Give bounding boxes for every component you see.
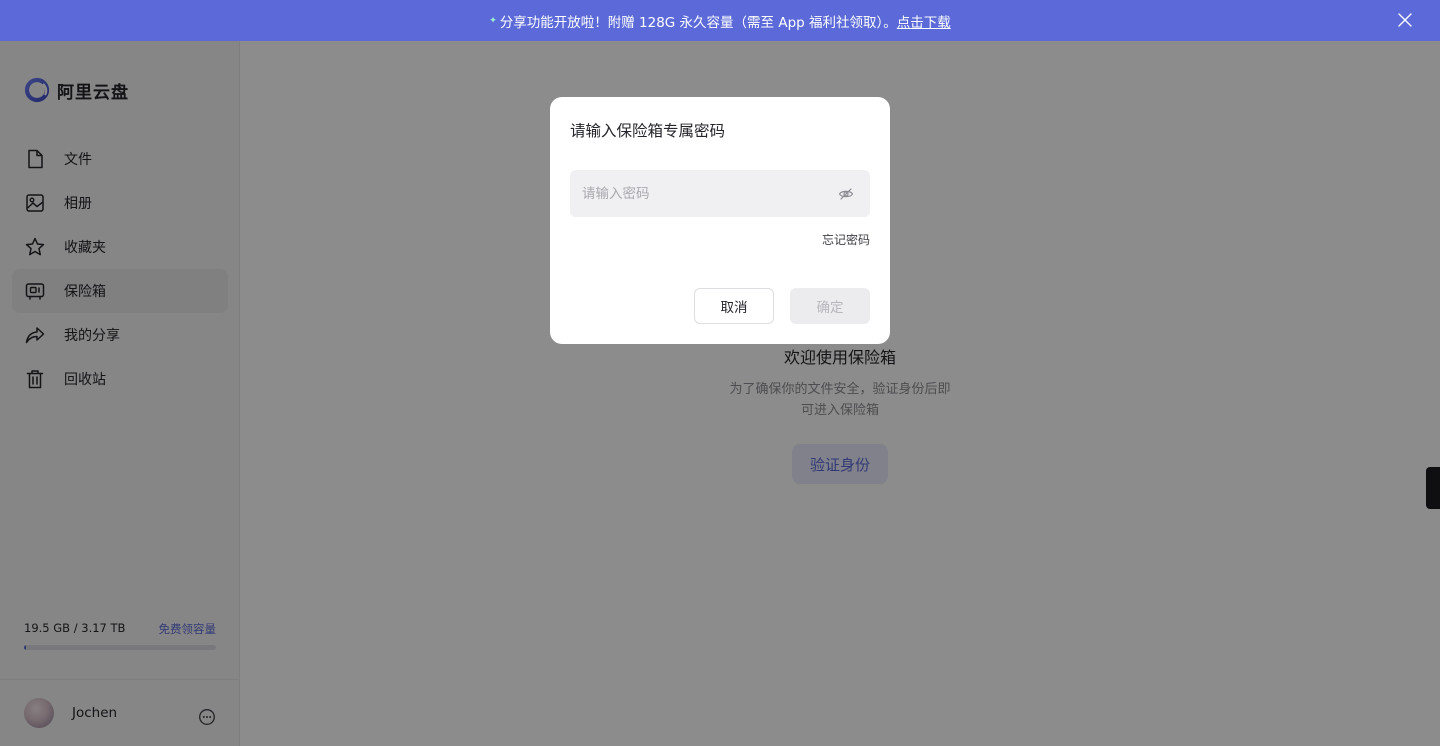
banner-download-link[interactable]: 点击下载 xyxy=(897,11,951,31)
cancel-button[interactable]: 取消 xyxy=(694,288,774,324)
password-dialog: 请输入保险箱专属密码 忘记密码 取消 确定 xyxy=(550,97,890,344)
confirm-button[interactable]: 确定 xyxy=(790,288,870,324)
password-input[interactable] xyxy=(570,170,838,217)
sparkle-icon: ✦ xyxy=(489,15,497,26)
banner-text: 分享功能开放啦！附赠 128G 永久容量（需至 App 福利社领取）。 xyxy=(499,14,897,31)
close-icon[interactable] xyxy=(1396,11,1414,29)
forgot-password-link[interactable]: 忘记密码 xyxy=(822,231,870,248)
dialog-title: 请输入保险箱专属密码 xyxy=(570,122,726,140)
eye-off-icon[interactable] xyxy=(838,186,854,202)
announcement-banner: ✦ 分享功能开放啦！附赠 128G 永久容量（需至 App 福利社领取）。 点击… xyxy=(0,0,1440,41)
password-field[interactable] xyxy=(570,170,870,217)
